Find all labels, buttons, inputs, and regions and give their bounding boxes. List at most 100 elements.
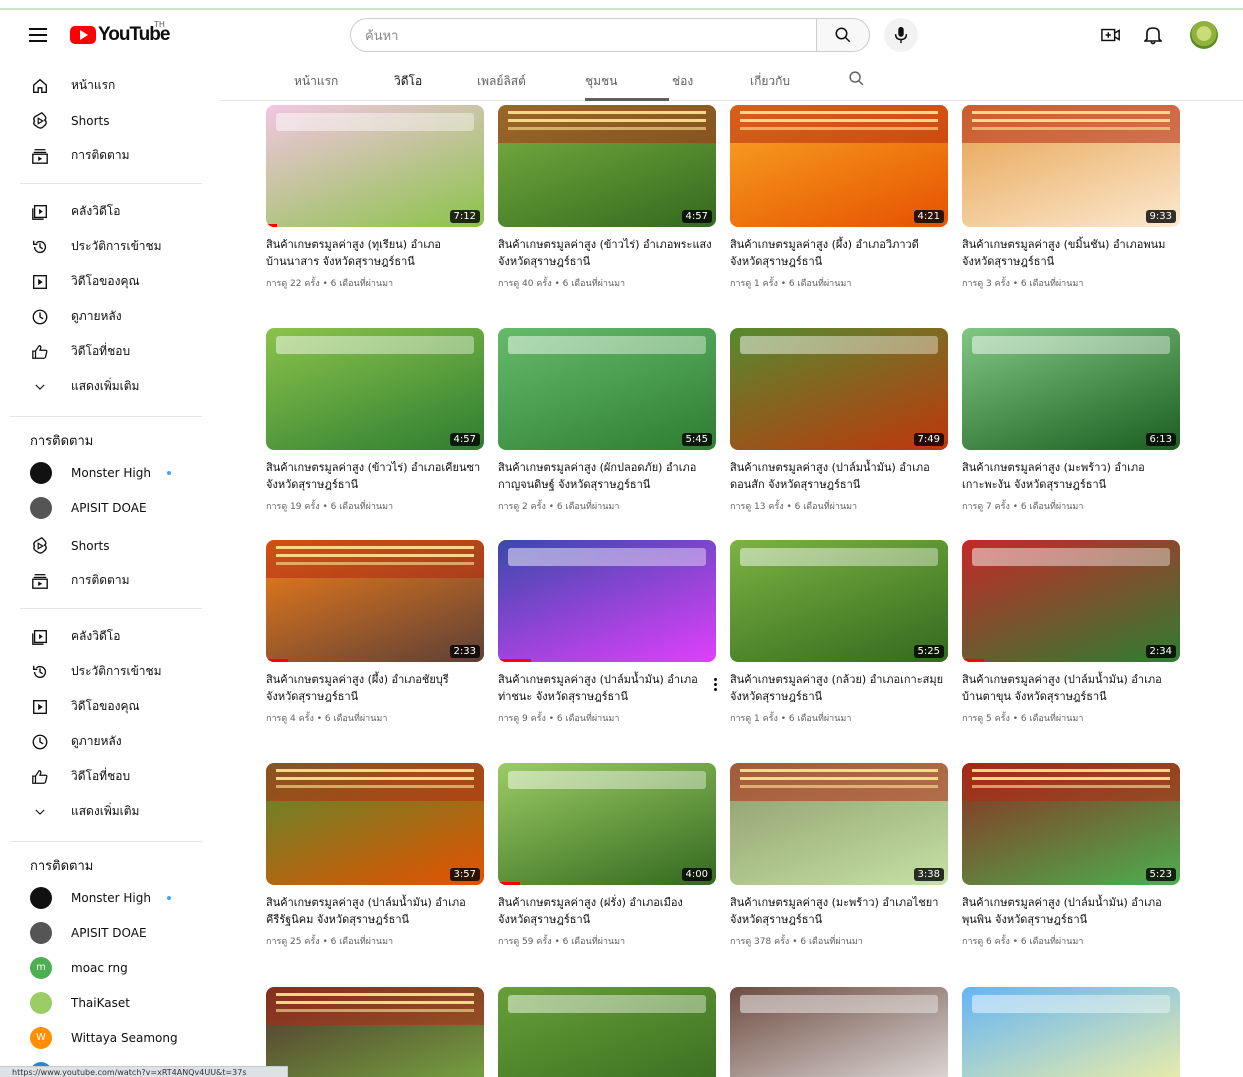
tab-2[interactable]: เพลย์ลิสต์ [477,72,526,91]
sidebar-item-liked[interactable]: วิดีโอที่ชอบ [0,334,220,369]
video-title[interactable]: สินค้าเกษตรมูลค่าสูง (ผึ้ง) อำเภอวิภาวดี… [730,236,948,270]
video-thumbnail[interactable]: 4:57 [266,328,484,450]
guide-menu-button[interactable] [24,22,52,50]
sidebar-item-shorts[interactable]: Shorts [0,528,220,563]
video-thumbnail[interactable]: 5:23 [962,763,1180,885]
tab-5[interactable]: เกี่ยวกับ [750,72,790,91]
voice-search-button[interactable] [884,18,918,52]
video-card[interactable]: 4:00 สินค้าเกษตรมูลค่าสูง (ฝรั่ง) อำเภอเม… [498,763,716,948]
search-button[interactable] [816,18,870,52]
sidebar-item-library[interactable]: คลังวิดีโอ [0,194,220,229]
video-card[interactable] [498,987,716,1077]
video-thumbnail[interactable]: 4:57 [498,105,716,227]
video-card[interactable]: 2:33 สินค้าเกษตรมูลค่าสูง (ผึ้ง) อำเภอชัย… [266,540,484,725]
sidebar-item-watch-later[interactable]: ดูภายหลัง [0,299,220,334]
video-thumbnail[interactable]: 3:38 [730,763,948,885]
video-thumbnail[interactable] [498,540,716,662]
video-card[interactable]: 5:45 สินค้าเกษตรมูลค่าสูง (ผักปลอดภัย) อำ… [498,328,716,513]
video-card[interactable]: 5:23 สินค้าเกษตรมูลค่าสูง (ปาล์มน้ำมัน) อ… [962,763,1180,948]
video-card[interactable]: 9:33 สินค้าเกษตรมูลค่าสูง (ขมิ้นชัน) อำเภ… [962,105,1180,290]
video-card[interactable]: 6:13 สินค้าเกษตรมูลค่าสูง (มะพร้าว) อำเภอ… [962,328,1180,513]
video-thumbnail[interactable] [498,987,716,1077]
video-thumbnail[interactable]: 3:57 [266,763,484,885]
video-title[interactable]: สินค้าเกษตรมูลค่าสูง (ทุเรียน) อำเภอบ้าน… [266,236,484,270]
video-title[interactable]: สินค้าเกษตรมูลค่าสูง (ผักปลอดภัย) อำเภอก… [498,459,716,493]
account-avatar[interactable] [1190,21,1218,49]
sidebar-item-chevron-down[interactable]: แสดงเพิ่มเติม [0,794,220,829]
video-thumbnail[interactable]: 4:00 [498,763,716,885]
video-title[interactable]: สินค้าเกษตรมูลค่าสูง (ข้าวไร่) อำเภอพระแ… [498,236,716,270]
sidebar-item-your-videos[interactable]: วิดีโอของคุณ [0,264,220,299]
more-actions-icon[interactable] [710,676,720,692]
video-card[interactable]: 3:57 สินค้าเกษตรมูลค่าสูง (ปาล์มน้ำมัน) อ… [266,763,484,948]
video-thumbnail[interactable]: 5:45 [498,328,716,450]
video-title[interactable]: สินค้าเกษตรมูลค่าสูง (ฝรั่ง) อำเภอเมือง … [498,894,716,928]
subscription-item[interactable]: APISIT DOAE [0,490,220,525]
video-card[interactable] [266,987,484,1077]
subscription-item[interactable]: Monster High [0,880,220,915]
video-thumbnail[interactable]: 4:21 [730,105,948,227]
video-thumbnail[interactable]: 6:13 [962,328,1180,450]
video-thumbnail[interactable]: 7:49 [730,328,948,450]
video-card[interactable] [730,987,948,1077]
video-duration: 4:00 [681,868,712,881]
video-title[interactable]: สินค้าเกษตรมูลค่าสูง (ขมิ้นชัน) อำเภอพนม… [962,236,1180,270]
sidebar-item-chevron-down[interactable]: แสดงเพิ่มเติม [0,369,220,404]
subscription-item[interactable]: ThaiKaset [0,985,220,1020]
sidebar-item-subscriptions[interactable]: การติดตาม [0,138,220,173]
sidebar-item-home[interactable]: หน้าแรก [0,68,220,103]
video-title[interactable]: สินค้าเกษตรมูลค่าสูง (ปาล์มน้ำมัน) อำเภอ… [730,459,948,493]
subscription-label: APISIT DOAE [71,500,147,515]
video-card[interactable]: 4:21 สินค้าเกษตรมูลค่าสูง (ผึ้ง) อำเภอวิภ… [730,105,948,290]
video-thumbnail[interactable]: 7:12 [266,105,484,227]
video-thumbnail[interactable]: 2:34 [962,540,1180,662]
video-thumbnail[interactable]: 5:25 [730,540,948,662]
sidebar-item-shorts[interactable]: Shorts [0,103,220,138]
video-card[interactable]: 3:38 สินค้าเกษตรมูลค่าสูง (มะพร้าว) อำเภอ… [730,763,948,948]
video-card[interactable]: 4:57 สินค้าเกษตรมูลค่าสูง (ข้าวไร่) อำเภอ… [266,328,484,513]
sidebar-item-library[interactable]: คลังวิดีโอ [0,619,220,654]
video-title[interactable]: สินค้าเกษตรมูลค่าสูง (ปาล์มน้ำมัน) อำเภอ… [498,671,716,705]
video-thumbnail[interactable]: 2:33 [266,540,484,662]
subscription-item[interactable]: Monster High [0,455,220,490]
tab-4[interactable]: ช่อง [672,72,693,91]
video-card[interactable]: 2:34 สินค้าเกษตรมูลค่าสูง (ปาล์มน้ำมัน) อ… [962,540,1180,725]
sidebar-item-watch-later[interactable]: ดูภายหลัง [0,724,220,759]
video-card[interactable]: 4:57 สินค้าเกษตรมูลค่าสูง (ข้าวไร่) อำเภอ… [498,105,716,290]
video-card[interactable] [962,987,1180,1077]
bell-icon [1144,27,1162,45]
subscription-item[interactable]: W Wittaya Seamong [0,1020,220,1055]
notifications-button[interactable] [1140,22,1166,48]
sidebar-item-liked[interactable]: วิดีโอที่ชอบ [0,759,220,794]
channel-search-button[interactable] [848,70,865,90]
video-title[interactable]: สินค้าเกษตรมูลค่าสูง (กล้วย) อำเภอเกาะสม… [730,671,948,705]
tab-0[interactable]: หน้าแรก [294,72,338,91]
video-card[interactable]: 5:25 สินค้าเกษตรมูลค่าสูง (กล้วย) อำเภอเก… [730,540,948,725]
thumbnail-lettering [972,995,1170,1013]
video-title[interactable]: สินค้าเกษตรมูลค่าสูง (มะพร้าว) อำเภอเกาะ… [962,459,1180,493]
tab-3[interactable]: ชุมชน [585,72,617,91]
search-input[interactable]: ค้นหา [350,18,816,52]
video-title[interactable]: สินค้าเกษตรมูลค่าสูง (ปาล์มน้ำมัน) อำเภอ… [266,894,484,928]
tab-1[interactable]: วิดีโอ [394,72,422,91]
video-thumbnail[interactable] [962,987,1180,1077]
video-card[interactable]: สินค้าเกษตรมูลค่าสูง (ปาล์มน้ำมัน) อำเภอ… [498,540,717,725]
subscription-item[interactable]: APISIT DOAE [0,915,220,950]
video-title[interactable]: สินค้าเกษตรมูลค่าสูง (ผึ้ง) อำเภอชัยบุรี… [266,671,484,705]
video-thumbnail[interactable]: 9:33 [962,105,1180,227]
video-card[interactable]: 7:49 สินค้าเกษตรมูลค่าสูง (ปาล์มน้ำมัน) อ… [730,328,948,513]
video-thumbnail[interactable] [730,987,948,1077]
subscription-item[interactable]: m moac rng [0,950,220,985]
video-title[interactable]: สินค้าเกษตรมูลค่าสูง (ปาล์มน้ำมัน) อำเภอ… [962,894,1180,928]
sidebar-item-history[interactable]: ประวัติการเข้าชม [0,229,220,264]
create-button[interactable] [1098,22,1124,48]
video-thumbnail[interactable] [266,987,484,1077]
youtube-logo[interactable]: YouTube TH [70,20,170,46]
sidebar-item-history[interactable]: ประวัติการเข้าชม [0,654,220,689]
video-title[interactable]: สินค้าเกษตรมูลค่าสูง (ปาล์มน้ำมัน) อำเภอ… [962,671,1180,705]
sidebar-item-subscriptions[interactable]: การติดตาม [0,563,220,598]
video-title[interactable]: สินค้าเกษตรมูลค่าสูง (ข้าวไร่) อำเภอเคีย… [266,459,484,493]
sidebar-item-your-videos[interactable]: วิดีโอของคุณ [0,689,220,724]
video-card[interactable]: 7:12 สินค้าเกษตรมูลค่าสูง (ทุเรียน) อำเภอ… [266,105,484,290]
video-title[interactable]: สินค้าเกษตรมูลค่าสูง (มะพร้าว) อำเภอไชยา… [730,894,948,928]
